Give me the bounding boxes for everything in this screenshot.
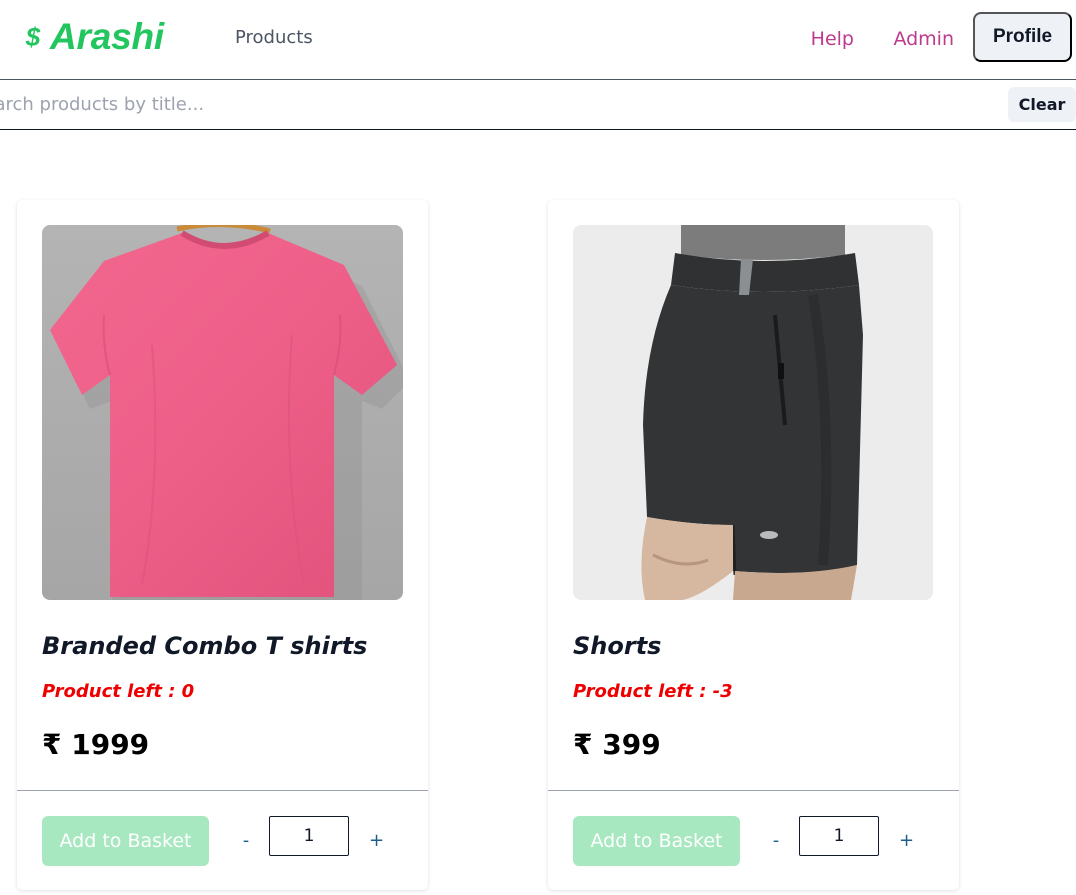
nav-admin-link[interactable]: Admin: [893, 28, 954, 50]
currency-icon: $: [25, 21, 41, 52]
card-divider: [17, 790, 428, 791]
product-card: Shorts Product left : -3 ₹ 399 Add to Ba…: [548, 200, 959, 890]
product-image-tshirt: [42, 225, 403, 600]
product-stock-label: Product left : 0: [42, 681, 195, 702]
brand-logo[interactable]: $ Arashi: [22, 14, 164, 60]
top-navbar: $ Arashi Products Help Admin Profile: [0, 0, 1076, 80]
product-card: Branded Combo T shirts Product left : 0 …: [17, 200, 428, 890]
card-divider: [548, 790, 959, 791]
nav-right-group: Help Admin Profile: [776, 12, 1076, 62]
quantity-input[interactable]: [269, 816, 349, 856]
quantity-increase-button[interactable]: +: [369, 830, 384, 854]
product-title: Shorts: [573, 632, 662, 660]
add-to-basket-button[interactable]: Add to Basket: [573, 816, 740, 866]
brand-name: Arashi: [50, 16, 164, 57]
quantity-decrease-button[interactable]: -: [239, 830, 253, 854]
profile-button[interactable]: Profile: [973, 12, 1072, 62]
quantity-decrease-button[interactable]: -: [769, 830, 783, 854]
search-input[interactable]: [0, 80, 972, 129]
quantity-input[interactable]: [799, 816, 879, 856]
product-stock-label: Product left : -3: [573, 681, 733, 702]
black-shorts-image: [573, 225, 933, 600]
product-price: ₹ 399: [573, 728, 661, 761]
add-to-basket-button[interactable]: Add to Basket: [42, 816, 209, 866]
clear-button[interactable]: Clear: [1008, 87, 1076, 122]
product-title: Branded Combo T shirts: [42, 632, 368, 660]
nav-help-link[interactable]: Help: [811, 28, 854, 50]
product-image-shorts: [573, 225, 933, 600]
pink-tshirt-image: [42, 225, 403, 600]
quantity-increase-button[interactable]: +: [899, 830, 914, 854]
search-bar: Clear: [0, 80, 1076, 130]
nav-products-link[interactable]: Products: [235, 27, 313, 48]
product-price: ₹ 1999: [42, 728, 150, 761]
